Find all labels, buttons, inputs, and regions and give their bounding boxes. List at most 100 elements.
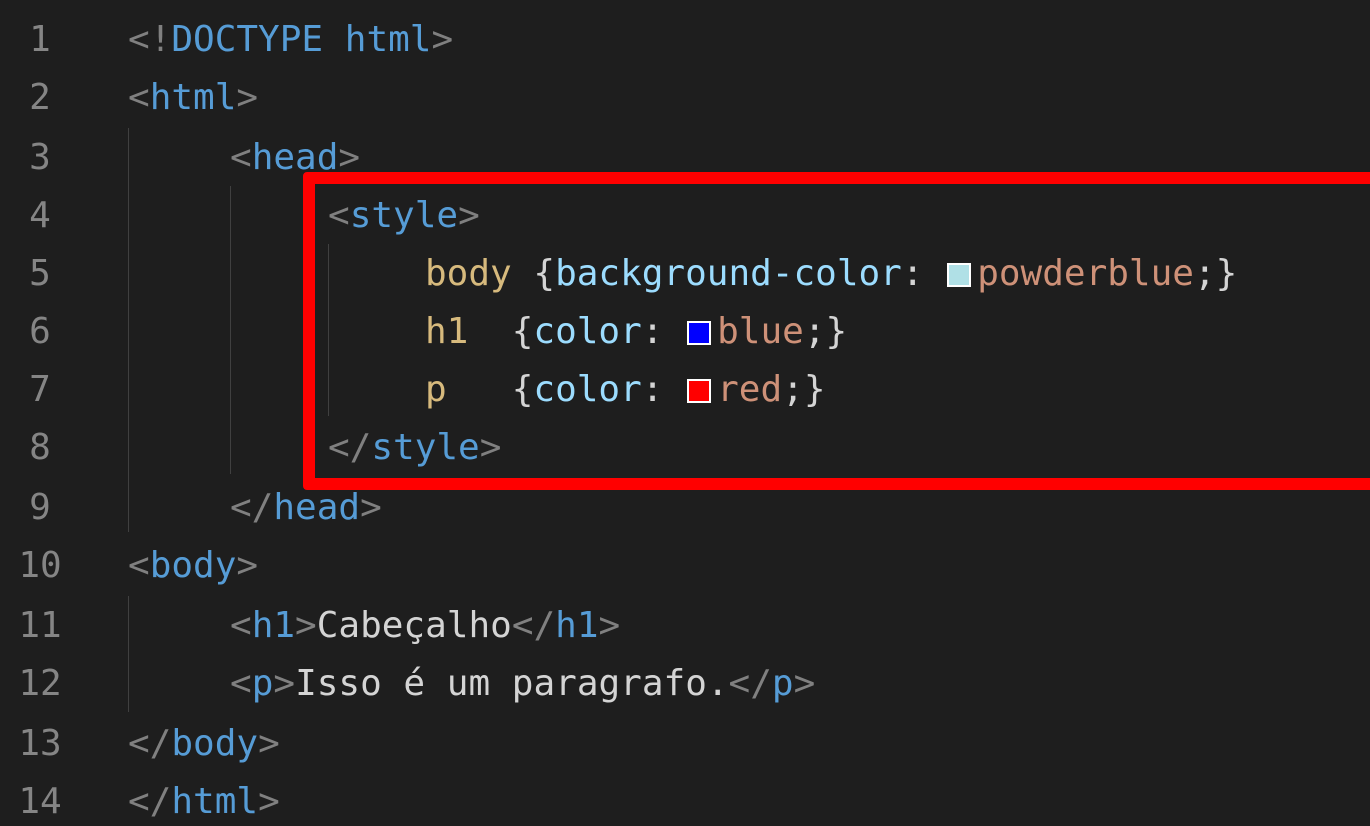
- token-punc: ;}: [782, 369, 826, 410]
- token-val: powderblue: [977, 253, 1194, 294]
- code-text: </style>: [328, 418, 501, 478]
- token-punc: ;}: [803, 311, 848, 352]
- token-bracket: <: [230, 605, 252, 646]
- line-number: 6: [29, 311, 51, 352]
- code-text: </html>: [128, 772, 280, 826]
- code-line[interactable]: 8 </style>: [0, 418, 1370, 478]
- code-text: </head>: [230, 478, 382, 538]
- token-bracket: >: [458, 195, 480, 236]
- token-bracket: </: [128, 781, 172, 822]
- line-number: 3: [29, 137, 51, 178]
- line-number: 8: [29, 427, 51, 468]
- token-tag: p: [251, 663, 274, 704]
- token-tag: style: [349, 195, 459, 236]
- token-txt: Cabeçalho: [316, 605, 512, 646]
- token-punc: [323, 19, 345, 60]
- code-text: <p>Isso é um paragrafo.</p>: [230, 654, 815, 714]
- token-bracket: </: [328, 427, 372, 468]
- token-bracket: <!: [128, 19, 172, 60]
- token-bracket: >: [360, 487, 382, 528]
- token-tag: h1: [251, 605, 296, 646]
- token-bracket: </: [230, 487, 274, 528]
- token-punc: :: [641, 369, 686, 410]
- token-punc: ;}: [1193, 253, 1238, 294]
- color-swatch[interactable]: [687, 379, 712, 403]
- code-text: body {background-color: powderblue;}: [425, 244, 1237, 304]
- code-line[interactable]: 1 <!DOCTYPE html>: [0, 10, 1370, 70]
- code-text: <body>: [128, 536, 258, 596]
- code-text: h1 {color: blue;}: [425, 302, 847, 362]
- line-number: 10: [18, 545, 62, 586]
- token-punc: :: [641, 311, 686, 352]
- token-bracket: </: [128, 723, 172, 764]
- token-tag: h1: [555, 605, 599, 646]
- code-line[interactable]: 14 </html>: [0, 772, 1370, 826]
- token-tag: body: [149, 545, 237, 586]
- token-punc: {: [511, 253, 556, 294]
- line-number: 7: [29, 369, 51, 410]
- token-bracket: >: [295, 605, 317, 646]
- line-number: 1: [29, 19, 51, 60]
- token-bracket: <: [230, 137, 252, 178]
- code-line[interactable]: 10 <body>: [0, 536, 1370, 596]
- line-number: 13: [18, 723, 62, 764]
- token-tag: body: [171, 723, 259, 764]
- token-bracket: </: [511, 605, 556, 646]
- token-tag: html: [171, 781, 259, 822]
- code-line[interactable]: 4 <style>: [0, 186, 1370, 246]
- code-line[interactable]: 9 </head>: [0, 478, 1370, 538]
- color-swatch[interactable]: [947, 263, 972, 287]
- code-line[interactable]: 3 <head>: [0, 128, 1370, 188]
- code-text: <!DOCTYPE html>: [128, 10, 453, 70]
- line-number: 12: [18, 663, 62, 704]
- code-text: </body>: [128, 714, 280, 774]
- color-swatch[interactable]: [687, 321, 712, 345]
- token-bracket: >: [338, 137, 361, 178]
- code-line[interactable]: 13 </body>: [0, 714, 1370, 774]
- code-line[interactable]: 2 <html>: [0, 68, 1370, 128]
- token-sel: body: [425, 253, 512, 294]
- code-text: <h1>Cabeçalho</h1>: [230, 596, 620, 656]
- token-bracket: <: [328, 195, 350, 236]
- line-number: 4: [29, 195, 51, 236]
- token-bracket: >: [236, 545, 259, 586]
- token-punc: {: [468, 311, 534, 352]
- token-tag: style: [371, 427, 480, 468]
- token-bracket: </: [728, 663, 772, 704]
- token-prop: background-color: [555, 253, 902, 294]
- token-bracket: >: [431, 19, 454, 60]
- token-bracket: <: [128, 77, 150, 118]
- token-prop: color: [533, 369, 642, 410]
- token-sel: h1: [425, 311, 469, 352]
- token-punc: :: [901, 253, 946, 294]
- code-text: <html>: [128, 68, 258, 128]
- token-tag: p: [771, 663, 794, 704]
- token-bracket: <: [230, 663, 252, 704]
- line-number: 5: [29, 253, 51, 294]
- code-editor[interactable]: 1 <!DOCTYPE html> 2 <html> 3 <head> 4 <style> 5 b…: [0, 0, 1370, 826]
- token-doctype: DOCTYPE: [171, 19, 324, 60]
- code-text: <head>: [230, 128, 360, 188]
- line-number: 2: [29, 77, 51, 118]
- code-line[interactable]: 5 body {background-color: powderblue;}: [0, 244, 1370, 304]
- token-tag: html: [344, 19, 432, 60]
- token-val: blue: [717, 311, 804, 352]
- token-bracket: >: [236, 77, 259, 118]
- token-bracket: >: [258, 723, 280, 764]
- token-bracket: >: [273, 663, 296, 704]
- token-bracket: >: [258, 781, 280, 822]
- line-number: 11: [18, 605, 62, 646]
- token-bracket: >: [479, 427, 502, 468]
- token-tag: head: [273, 487, 361, 528]
- token-bracket: <: [128, 545, 150, 586]
- token-tag: html: [149, 77, 237, 118]
- token-val: red: [717, 369, 783, 410]
- code-line[interactable]: 6 h1 {color: blue;}: [0, 302, 1370, 362]
- line-number: 14: [18, 781, 62, 822]
- token-bracket: >: [793, 663, 816, 704]
- code-line[interactable]: 11 <h1>Cabeçalho</h1>: [0, 596, 1370, 656]
- code-line[interactable]: 7 p {color: red;}: [0, 360, 1370, 420]
- code-line[interactable]: 12 <p>Isso é um paragrafo.</p>: [0, 654, 1370, 714]
- code-text: p {color: red;}: [425, 360, 826, 420]
- token-prop: color: [533, 311, 642, 352]
